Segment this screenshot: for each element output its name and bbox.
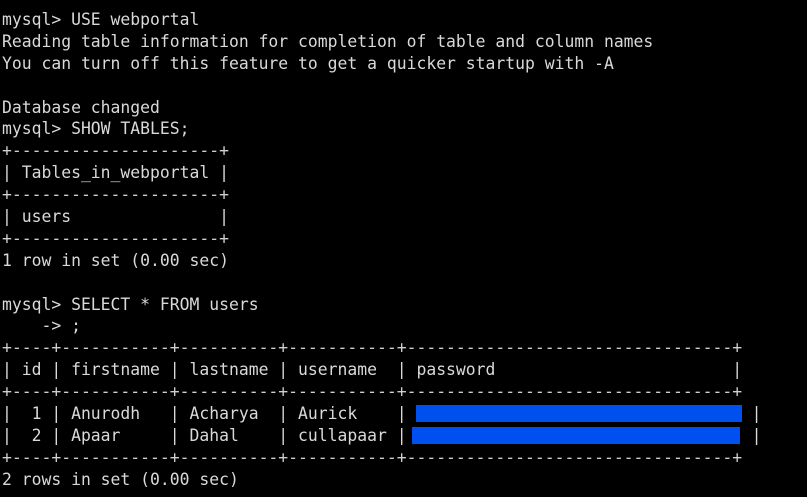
users-row: | 2 | Apaar | Dahal | cullapaar | | [2,425,807,447]
info-turn-off-feature: You can turn off this feature to get a q… [2,53,614,73]
tables-row-users: | users | [2,207,229,227]
tables-border-top: +---------------------+ [2,141,229,161]
prompt-continuation: -> ; [2,316,81,336]
redacted-password [415,405,742,423]
tables-border-mid: +---------------------+ [2,185,229,205]
tables-header: | Tables_in_webportal | [2,163,229,183]
info-reading-table: Reading table information for completion… [2,31,654,51]
users-row-cells: | 1 | Anurodh | Acharya | Aurick | [2,404,407,424]
tables-border-bottom: +---------------------+ [2,228,229,248]
terminal-window[interactable]: mysql> USE webportal Reading table infor… [0,0,807,497]
users-row: | 1 | Anurodh | Acharya | Aurick | | [2,403,807,425]
users-row-cells: | 2 | Apaar | Dahal | cullapaar | [2,425,407,445]
users-row-end: | [751,425,762,445]
prompt-use-command: mysql> USE webportal [2,10,200,29]
users-header: | id | firstname | lastname | username |… [2,360,743,380]
prompt-select-users: mysql> SELECT * FROM users [2,294,259,314]
tables-row-count: 1 row in set (0.00 sec) [2,250,229,270]
users-border-mid: +----+-----------+----------+-----------… [2,382,743,402]
users-row-end: | [751,404,762,424]
users-border-bottom: +----+-----------+----------+-----------… [2,447,743,467]
users-border-top: +----+-----------+----------+-----------… [2,338,743,358]
users-row-count: 2 rows in set (0.00 sec) [2,469,239,489]
database-changed-message: Database changed [2,97,160,117]
prompt-show-tables: mysql> SHOW TABLES; [2,119,190,139]
redacted-password [411,426,740,444]
